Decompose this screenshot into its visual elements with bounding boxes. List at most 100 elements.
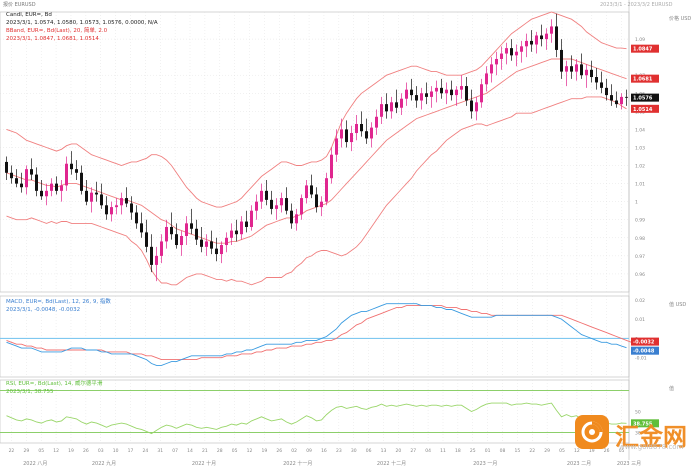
candle-body[interactable] — [515, 51, 518, 56]
candle-body[interactable] — [465, 86, 468, 101]
candle-body[interactable] — [445, 89, 448, 94]
candle-body[interactable] — [580, 64, 583, 76]
candle-body[interactable] — [100, 194, 103, 206]
candle-body[interactable] — [625, 96, 628, 98]
candle-body[interactable] — [365, 131, 368, 139]
candle-body[interactable] — [340, 129, 343, 139]
price-panel[interactable] — [5, 11, 628, 286]
candle-body[interactable] — [545, 33, 548, 40]
candle-body[interactable] — [60, 185, 63, 191]
candle-body[interactable] — [160, 241, 163, 256]
candle-body[interactable] — [150, 246, 153, 265]
candle-body[interactable] — [395, 102, 398, 108]
candle-body[interactable] — [255, 201, 258, 211]
candle-body[interactable] — [510, 48, 513, 56]
candle-body[interactable] — [50, 183, 53, 191]
candle-body[interactable] — [525, 40, 528, 47]
candle-body[interactable] — [190, 223, 193, 229]
candle-body[interactable] — [270, 199, 273, 209]
candle-body[interactable] — [55, 183, 58, 191]
candle-body[interactable] — [245, 221, 248, 227]
candle-body[interactable] — [75, 169, 78, 173]
candle-body[interactable] — [320, 201, 323, 208]
rsi-panel[interactable] — [0, 390, 629, 435]
candle-body[interactable] — [240, 221, 243, 235]
candle-body[interactable] — [455, 89, 458, 96]
candle-body[interactable] — [335, 138, 338, 155]
macd-panel[interactable] — [0, 303, 637, 366]
candle-body[interactable] — [165, 226, 168, 242]
candle-body[interactable] — [350, 133, 353, 143]
candle-body[interactable] — [155, 255, 158, 265]
candle-body[interactable] — [330, 154, 333, 179]
candle-body[interactable] — [135, 212, 138, 224]
candle-body[interactable] — [280, 198, 283, 206]
candle-body[interactable] — [420, 93, 423, 101]
candle-body[interactable] — [370, 127, 373, 139]
candle-body[interactable] — [260, 190, 263, 202]
candle-body[interactable] — [40, 190, 43, 197]
candle-body[interactable] — [85, 190, 88, 202]
candle-body[interactable] — [200, 239, 203, 247]
candle-body[interactable] — [170, 226, 173, 235]
candle-body[interactable] — [70, 163, 73, 170]
candle-body[interactable] — [10, 172, 13, 179]
candle-body[interactable] — [115, 205, 118, 208]
candle-body[interactable] — [220, 245, 223, 255]
candle-body[interactable] — [430, 91, 433, 97]
candle-body[interactable] — [90, 192, 93, 202]
candle-body[interactable] — [435, 87, 438, 92]
candle-body[interactable] — [310, 185, 313, 195]
candle-body[interactable] — [295, 214, 298, 224]
candle-body[interactable] — [400, 98, 403, 108]
candle-body[interactable] — [230, 230, 233, 238]
candle-body[interactable] — [415, 95, 418, 101]
candle-body[interactable] — [590, 69, 593, 78]
candle-body[interactable] — [275, 205, 278, 209]
candle-body[interactable] — [425, 93, 428, 97]
candle-body[interactable] — [140, 223, 143, 233]
candle-body[interactable] — [615, 100, 618, 105]
candle-body[interactable] — [505, 48, 508, 54]
candle-body[interactable] — [180, 236, 183, 246]
candle-body[interactable] — [585, 69, 588, 76]
candle-body[interactable] — [485, 73, 488, 85]
candle-body[interactable] — [385, 104, 388, 112]
candle-body[interactable] — [490, 64, 493, 74]
candle-body[interactable] — [125, 198, 128, 204]
candle-body[interactable] — [565, 66, 568, 72]
candle-body[interactable] — [610, 95, 613, 101]
candle-body[interactable] — [570, 66, 573, 72]
candle-body[interactable] — [65, 163, 68, 186]
candle-body[interactable] — [35, 174, 38, 191]
candle-body[interactable] — [375, 116, 378, 128]
candle-body[interactable] — [495, 58, 498, 65]
candle-body[interactable] — [470, 100, 473, 112]
candle-body[interactable] — [25, 169, 28, 188]
candle-body[interactable] — [460, 86, 463, 90]
candle-body[interactable] — [80, 172, 83, 191]
candle-body[interactable] — [130, 203, 133, 213]
candle-body[interactable] — [5, 161, 8, 173]
candle-body[interactable] — [105, 205, 108, 215]
candle-body[interactable] — [265, 190, 268, 200]
candle-body[interactable] — [440, 87, 443, 94]
candle-body[interactable] — [575, 64, 578, 72]
candle-body[interactable] — [345, 129, 348, 143]
candle-body[interactable] — [285, 198, 288, 211]
candle-body[interactable] — [540, 35, 543, 40]
candle-body[interactable] — [355, 124, 358, 134]
candle-body[interactable] — [390, 102, 393, 112]
candle-body[interactable] — [550, 26, 553, 34]
candle-body[interactable] — [30, 169, 33, 175]
candle-body[interactable] — [120, 198, 123, 206]
candle-body[interactable] — [450, 89, 453, 96]
candle-body[interactable] — [45, 190, 48, 197]
candle-body[interactable] — [15, 178, 18, 184]
candle-body[interactable] — [500, 53, 503, 59]
candle-body[interactable] — [600, 82, 603, 88]
candle-body[interactable] — [530, 40, 533, 45]
candle-body[interactable] — [520, 46, 523, 52]
candle-body[interactable] — [225, 237, 228, 246]
candle-body[interactable] — [300, 198, 303, 215]
